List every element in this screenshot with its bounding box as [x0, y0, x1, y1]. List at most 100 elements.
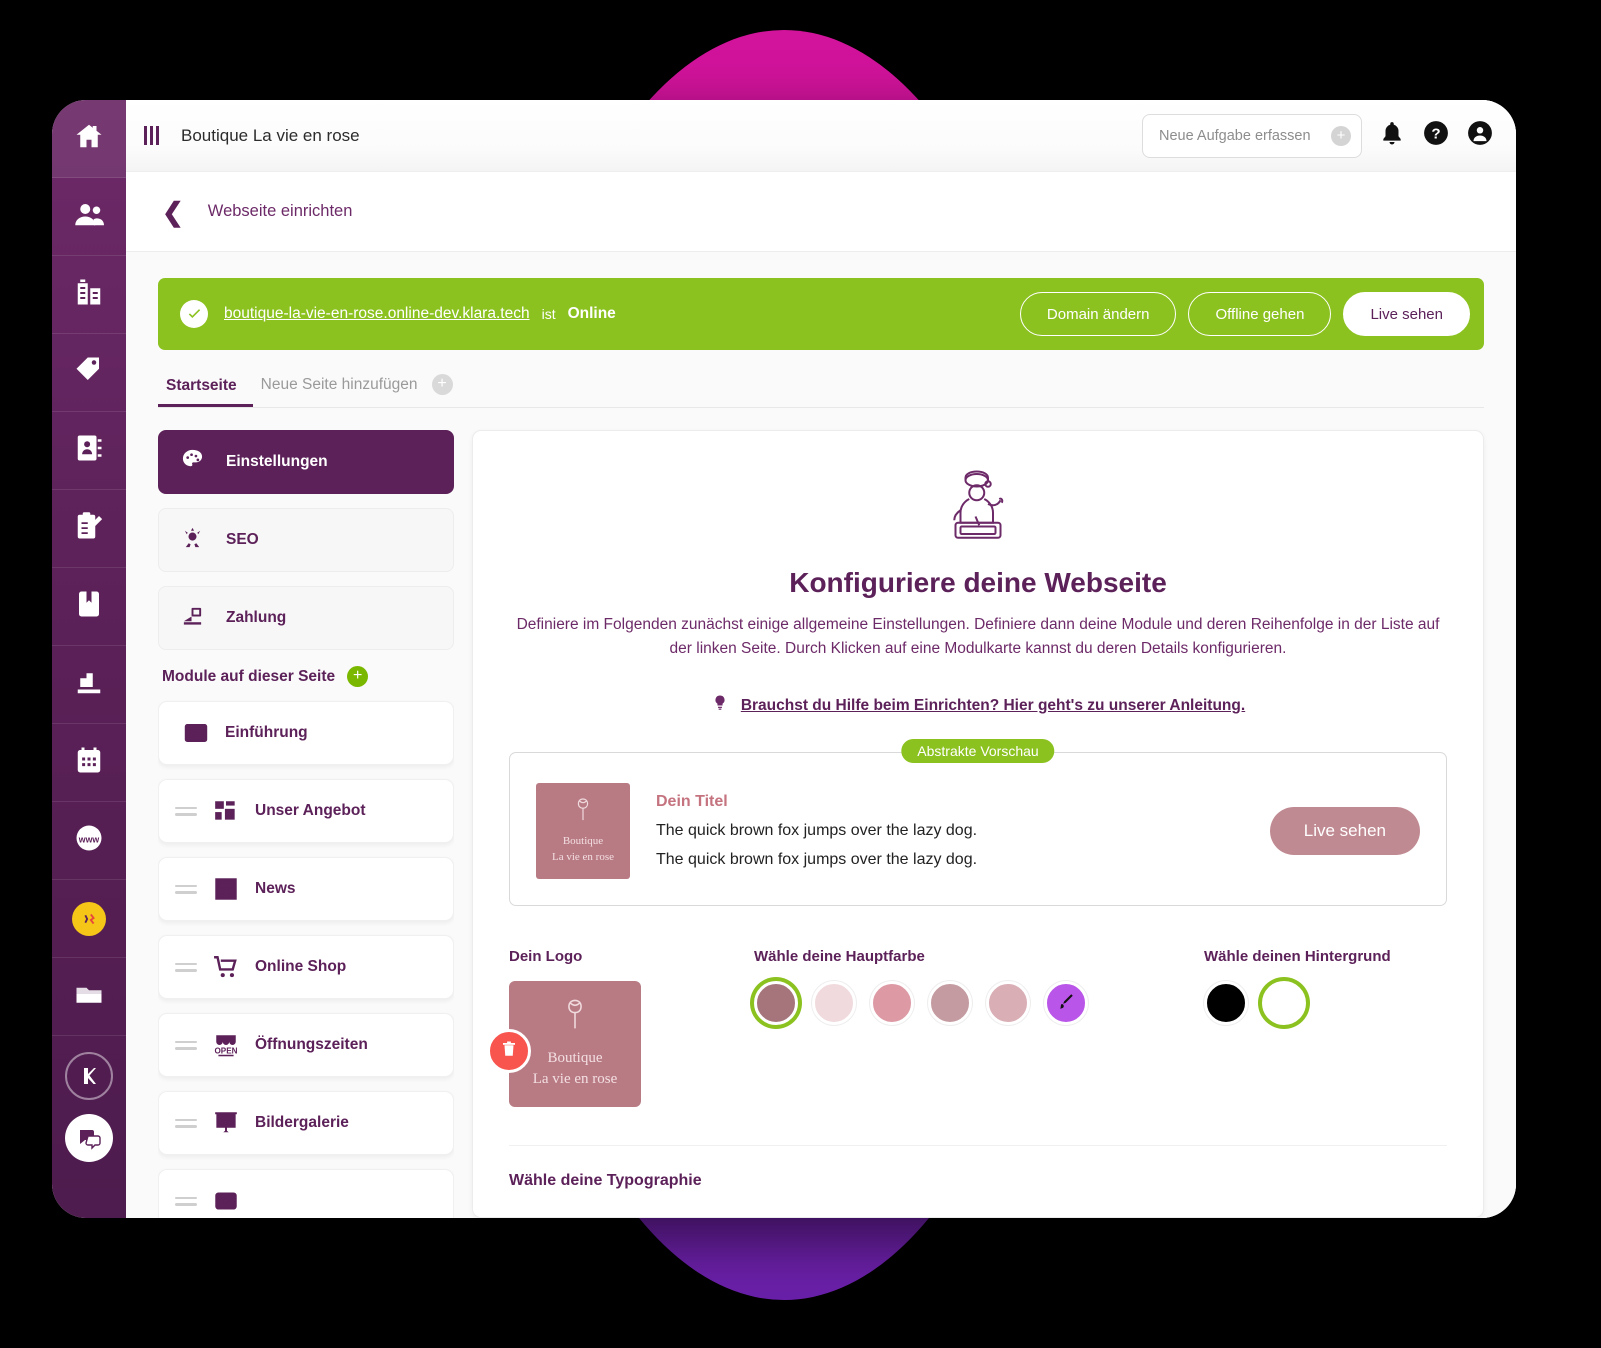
help-button[interactable]: ?: [1422, 120, 1450, 151]
home-icon: [74, 121, 104, 156]
svg-text:?: ?: [1431, 125, 1440, 142]
brand-logo[interactable]: [52, 1052, 126, 1100]
clipboard-edit-icon: [74, 511, 104, 546]
sidebar-item-reports[interactable]: [52, 646, 126, 724]
address-book-icon: [74, 433, 104, 468]
new-task-placeholder: Neue Aufgabe erfassen: [1159, 127, 1311, 144]
app-sidebar-rail: www: [52, 100, 126, 1218]
chevron-left-icon[interactable]: ❮: [162, 199, 184, 225]
main-content-column: Boutique La vie en rose Neue Aufgabe erf…: [126, 100, 1516, 1218]
sidebar-item-einstellungen[interactable]: Einstellungen: [158, 430, 454, 494]
shopping-cart-icon: [211, 954, 241, 980]
change-domain-button[interactable]: Domain ändern: [1019, 292, 1177, 336]
sidebar-item-calendar[interactable]: [52, 724, 126, 802]
modules-heading-row: Module auf dieser Seite +: [162, 666, 454, 687]
abstract-preview-box: Abstrakte Vorschau Boutique La vie en ro…: [509, 739, 1447, 907]
typography-section: Wähle deine Typographie: [509, 1145, 1447, 1190]
bell-icon: [1379, 120, 1405, 151]
drag-handle-icon[interactable]: [175, 884, 197, 894]
module-card-news[interactable]: News: [158, 857, 454, 921]
sidebar-item-documents[interactable]: [52, 958, 126, 1036]
plus-circle-icon[interactable]: +: [1331, 125, 1351, 146]
chat-support-button[interactable]: [52, 1114, 126, 1162]
preview-line-1: The quick brown fox jumps over the lazy …: [656, 822, 978, 840]
module-card-einfuehrung[interactable]: Einführung: [158, 701, 454, 765]
app-title: Boutique La vie en rose: [181, 125, 360, 145]
preview-logo: Boutique La vie en rose: [536, 783, 630, 880]
color-swatch-2[interactable]: [812, 981, 856, 1026]
drag-handle-icon[interactable]: [175, 1040, 197, 1050]
banner-connector: ist: [541, 306, 556, 322]
module-card-bildergalerie[interactable]: Bildergalerie: [158, 1091, 454, 1155]
module-label: News: [255, 880, 296, 897]
svg-text:OPEN: OPEN: [215, 1047, 238, 1056]
module-label: Öffnungszeiten: [255, 1036, 368, 1053]
view-live-button[interactable]: Live sehen: [1343, 292, 1470, 336]
background-swatch-white[interactable]: [1262, 981, 1306, 1026]
logo-picker-label: Dein Logo: [509, 948, 583, 966]
page-title: Konfiguriere deine Webseite: [789, 567, 1167, 598]
module-card-unser-angebot[interactable]: Unser Angebot: [158, 779, 454, 843]
preview-live-button[interactable]: Live sehen: [1269, 807, 1420, 856]
sidebar-item-tasks[interactable]: [52, 490, 126, 568]
drag-handle-icon[interactable]: [175, 1118, 197, 1128]
custom-color-swatch[interactable]: [1044, 981, 1088, 1026]
lightbulb-icon: [711, 693, 729, 718]
open-shop-icon: OPEN: [211, 1032, 241, 1058]
sidebar-item-journal[interactable]: [52, 568, 126, 646]
module-card-partial[interactable]: [158, 1169, 454, 1218]
status-badge: Online: [567, 305, 616, 322]
module-label: Einführung: [225, 724, 308, 741]
payment-icon: [181, 604, 204, 632]
new-task-input[interactable]: Neue Aufgabe erfassen +: [1142, 113, 1362, 158]
hamburger-bars-icon[interactable]: [144, 126, 159, 145]
page-body: boutique-la-vie-en-rose.online-dev.klara…: [126, 252, 1516, 1218]
sidebar-item-promo[interactable]: [52, 880, 126, 958]
site-url-link[interactable]: boutique-la-vie-en-rose.online-dev.klara…: [224, 305, 530, 323]
setup-guide-link[interactable]: Brauchst du Hilfe beim Einrichten? Hier …: [741, 697, 1245, 715]
klara-k-logo-icon: [65, 1052, 113, 1100]
sidebar-item-zahlung[interactable]: Zahlung: [158, 586, 454, 650]
color-swatch-4[interactable]: [928, 981, 972, 1026]
logo-picker: Dein Logo Boutique La vie en rose: [487, 948, 754, 1108]
add-module-button[interactable]: +: [347, 666, 369, 687]
drag-handle-icon[interactable]: [175, 806, 197, 816]
background-swatch-black[interactable]: [1204, 981, 1248, 1026]
chart-stairs-icon: [74, 667, 104, 702]
drag-handle-icon[interactable]: [175, 1196, 197, 1206]
brush-icon: [1057, 992, 1075, 1015]
sidebar-item-products[interactable]: [52, 334, 126, 412]
logo-line2: La vie en rose: [532, 1071, 618, 1088]
delete-logo-button[interactable]: [487, 1029, 531, 1074]
sidebar-item-home[interactable]: [52, 100, 126, 178]
color-swatch-3[interactable]: [870, 981, 914, 1026]
screenshot-stage: www Boutique La vie en rose Neue Aufgabe…: [0, 0, 1601, 1348]
plus-circle-icon[interactable]: +: [431, 374, 453, 395]
tab-startseite[interactable]: Startseite: [158, 377, 253, 407]
drag-handle-icon[interactable]: [175, 962, 197, 972]
sidebar-item-addressbook[interactable]: [52, 412, 126, 490]
breadcrumb-label[interactable]: Webseite einrichten: [208, 202, 353, 221]
account-button[interactable]: [1466, 121, 1494, 150]
sidebar-item-contacts[interactable]: [52, 178, 126, 256]
intro-paragraph-2: der linken Seite. Durch Klicken auf eine…: [669, 640, 1287, 658]
background-label: Wähle deinen Hintergrund: [1204, 948, 1391, 966]
sidebar-item-label: Zahlung: [226, 609, 287, 626]
sidebar-item-seo[interactable]: SEO: [158, 508, 454, 572]
color-swatch-5[interactable]: [986, 981, 1030, 1026]
sidebar-item-website[interactable]: www: [52, 802, 126, 880]
rose-outline-icon: [572, 797, 594, 832]
question-circle-icon: ?: [1423, 120, 1449, 151]
sidebar-item-company[interactable]: [52, 256, 126, 334]
preview-logo-line2: La vie en rose: [552, 851, 614, 864]
module-card-oeffnungszeiten[interactable]: OPEN Öffnungszeiten: [158, 1013, 454, 1077]
notifications-button[interactable]: [1378, 122, 1406, 150]
module-label: Unser Angebot: [255, 802, 366, 819]
go-offline-button[interactable]: Offline gehen: [1188, 292, 1332, 336]
worker-tablet-illustration: [509, 469, 1447, 549]
color-swatch-1[interactable]: [754, 981, 798, 1026]
tablet-window: www Boutique La vie en rose Neue Aufgabe…: [52, 100, 1516, 1218]
tab-add-page[interactable]: Neue Seite hinzufügen +: [253, 374, 469, 407]
module-card-online-shop[interactable]: Online Shop: [158, 935, 454, 999]
smiley-badge-icon: [72, 901, 106, 936]
